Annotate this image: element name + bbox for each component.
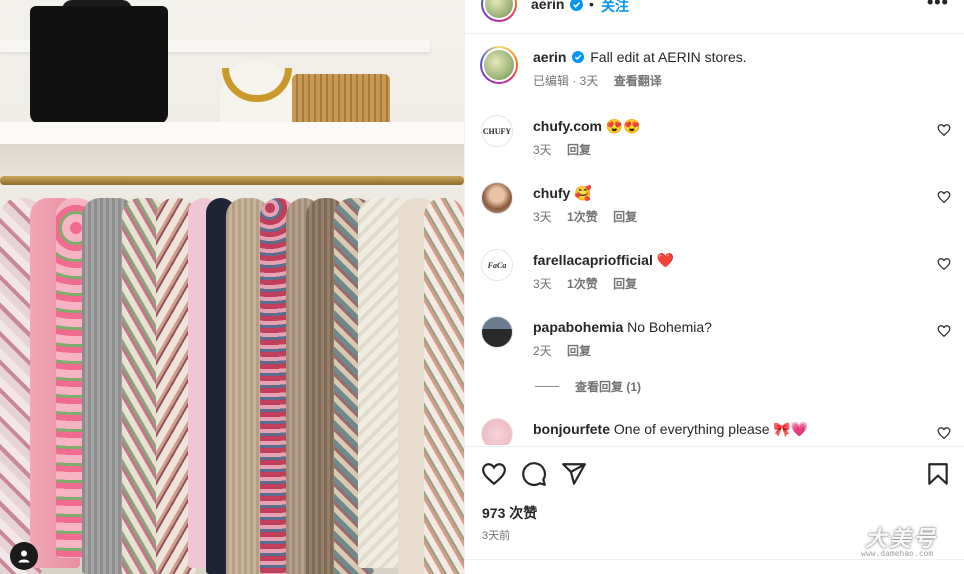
commenter-avatar[interactable] — [481, 182, 513, 214]
commenter-avatar[interactable] — [481, 316, 513, 348]
post-caption: aerin Fall edit at AERIN stores. 已编辑 · 3… — [480, 46, 951, 106]
comment-username[interactable]: farellacapriofficial — [533, 252, 653, 268]
like-comment-heart-icon[interactable] — [937, 324, 951, 338]
comment-body: 😍😍 — [605, 118, 641, 134]
share-icon[interactable] — [561, 461, 587, 487]
post-timestamp[interactable]: 3天前 — [482, 527, 510, 543]
comment-time: 3天 — [533, 210, 552, 224]
comment-icon[interactable] — [521, 461, 547, 487]
comment-meta: 3天 回复 — [533, 141, 603, 158]
comments-list[interactable]: aerin Fall edit at AERIN stores. 已编辑 · 3… — [465, 35, 964, 445]
comment-username[interactable]: chufy.com — [533, 118, 602, 134]
avatar-text: FaCa — [487, 260, 507, 270]
caption-username[interactable]: aerin — [533, 49, 566, 65]
author-username[interactable]: aerin — [531, 0, 564, 12]
user-icon — [18, 550, 30, 563]
black-handbag — [30, 6, 168, 124]
comment-text: chufy.com 😍😍 — [533, 117, 923, 135]
tagged-user-icon[interactable] — [10, 542, 38, 570]
comment-item: FaCa farellacapriofficial ❤️ 3天 1次赞 回复 — [481, 249, 951, 299]
caption-edited: 已编辑 · 3天 — [533, 74, 599, 88]
heart-icon[interactable] — [481, 461, 507, 487]
comment-body: No Bohemia? — [627, 319, 712, 335]
comment-username[interactable]: chufy — [533, 185, 570, 201]
reply-button[interactable]: 回复 — [613, 210, 637, 224]
comment-body: One of everything please 🎀💗 — [613, 421, 809, 437]
more-options-icon[interactable]: ••• — [927, 0, 949, 13]
like-comment-heart-icon[interactable] — [937, 257, 951, 271]
view-replies-line — [535, 386, 559, 387]
clothing-rail — [0, 176, 464, 185]
hanging-garments — [0, 190, 464, 574]
watermark-url: www.damehao.com — [861, 549, 934, 558]
comment-text: bonjourfete One of everything please 🎀💗 — [533, 420, 923, 438]
post-photo[interactable] — [0, 0, 464, 574]
post-sidebar: aerin • 关注 ••• aerin Fall edit at AERIN … — [464, 0, 964, 574]
garment — [424, 198, 464, 574]
like-comment-heart-icon[interactable] — [937, 123, 951, 137]
comment-item: bonjourfete One of everything please 🎀💗 — [481, 418, 951, 445]
comment-time: 3天 — [533, 277, 552, 291]
commenter-avatar[interactable]: FaCa — [481, 249, 513, 281]
avatar-text: CHUFY — [482, 126, 512, 136]
comment-time: 2天 — [533, 344, 552, 358]
caption-avatar[interactable] — [480, 46, 518, 84]
reply-button[interactable]: 回复 — [567, 143, 591, 157]
comment-item: chufy 🥰 3天 1次赞 回复 — [481, 182, 951, 232]
caption-body: Fall edit at AERIN stores. — [590, 49, 747, 65]
verified-badge-icon — [572, 51, 585, 63]
comment-meta: 3天 1次赞 回复 — [533, 208, 649, 225]
like-count[interactable]: 973 次赞 — [482, 503, 537, 523]
caption-text: aerin Fall edit at AERIN stores. — [533, 48, 923, 66]
follow-button[interactable]: 关注 — [601, 0, 629, 16]
commenter-avatar[interactable] — [481, 418, 513, 445]
comment-likes[interactable]: 1次赞 — [567, 277, 598, 291]
comment-username[interactable]: papabohemia — [533, 319, 623, 335]
author-avatar[interactable] — [481, 0, 517, 22]
view-replies-button[interactable]: 查看回复 (1) — [535, 378, 641, 395]
comment-body: ❤️ — [656, 252, 675, 268]
comment-time: 3天 — [533, 143, 552, 157]
commenter-avatar[interactable]: CHUFY — [481, 115, 513, 147]
post-actions: 973 次赞 3天前 大美号 www.damehao.com — [465, 446, 964, 574]
comment-body: 🥰 — [574, 185, 592, 201]
comment-meta: 3天 1次赞 回复 — [533, 275, 649, 292]
comment-item: papabohemia No Bohemia? 2天 回复 — [481, 316, 951, 366]
comment-item: CHUFY chufy.com 😍😍 3天 回复 — [481, 115, 951, 165]
comment-username[interactable]: bonjourfete — [533, 421, 610, 437]
bookmark-icon[interactable] — [925, 461, 951, 487]
verified-badge-icon — [570, 0, 583, 11]
post-header: aerin • 关注 ••• — [465, 0, 964, 34]
comment-likes[interactable]: 1次赞 — [567, 210, 598, 224]
like-comment-heart-icon[interactable] — [937, 426, 951, 440]
reply-button[interactable]: 回复 — [613, 277, 637, 291]
comment-text: farellacapriofficial ❤️ — [533, 251, 923, 269]
main-shelf — [0, 122, 464, 144]
wicker-basket — [292, 74, 390, 124]
translate-link[interactable]: 查看翻译 — [614, 74, 662, 88]
divider — [465, 559, 964, 560]
caption-meta: 已编辑 · 3天 查看翻译 — [533, 72, 674, 89]
comment-text: chufy 🥰 — [533, 184, 923, 202]
comment-meta: 2天 回复 — [533, 342, 603, 359]
like-comment-heart-icon[interactable] — [937, 190, 951, 204]
reply-button[interactable]: 回复 — [567, 344, 591, 358]
comment-text: papabohemia No Bohemia? — [533, 318, 923, 336]
header-separator: • — [589, 0, 594, 12]
view-replies-label: 查看回复 (1) — [575, 380, 642, 394]
